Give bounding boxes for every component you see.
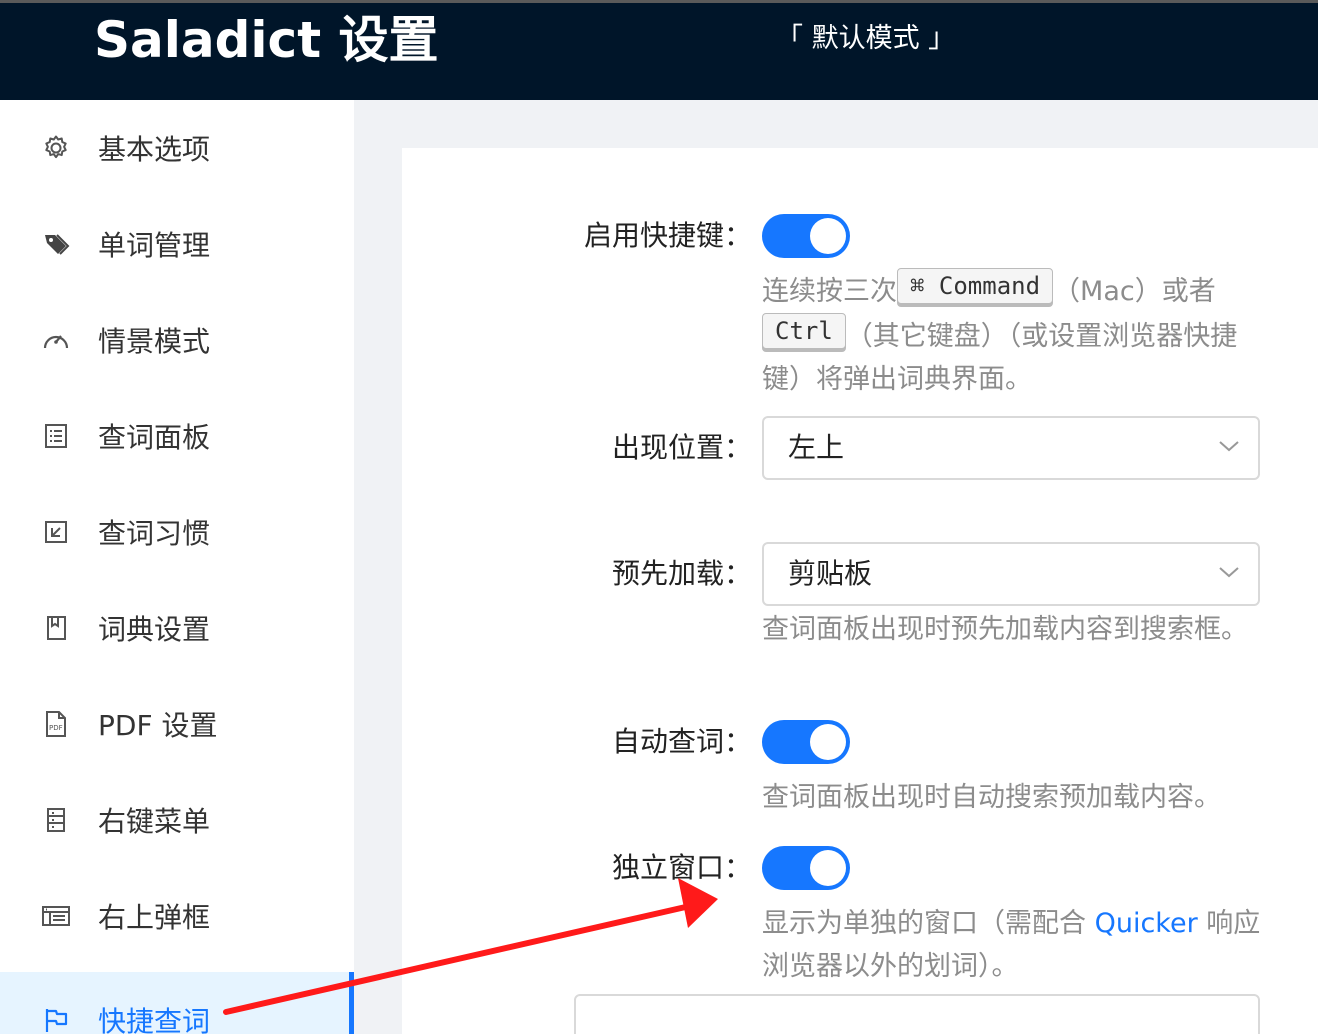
sidebar-item-dict-panel[interactable]: 查词面板 — [0, 388, 354, 484]
sidebar-item-words[interactable]: 单词管理 — [0, 196, 354, 292]
sidebar-item-label: 单词管理 — [98, 229, 211, 262]
flag-icon — [40, 1004, 72, 1034]
settings-panel: 启用快捷键： 连续按三次 ⌘ Command （Mac）或者 Ctrl （其它键盘）（或… — [402, 148, 1318, 1034]
sidebar: 基本选项 单词管理 情景模式 查词面板 查词习惯 词典设置 PDF PDF 设置… — [0, 100, 354, 1034]
sidebar-item-label: 右上弹框 — [98, 901, 211, 934]
app-title: Saladict 设置 — [94, 11, 439, 69]
sidebar-item-basic[interactable]: 基本选项 — [0, 100, 354, 196]
preload-select[interactable]: 剪贴板 — [762, 542, 1260, 606]
auto-search-switch[interactable] — [762, 720, 850, 764]
hotkey-help-mac: （Mac）或者 — [1053, 276, 1216, 307]
chevron-down-icon — [1218, 438, 1240, 457]
list-icon — [40, 420, 72, 452]
gear-icon — [40, 132, 72, 164]
sidebar-item-popup[interactable]: 右上弹框 — [0, 868, 354, 964]
sidebar-item-label: 情景模式 — [98, 325, 211, 358]
pdf-file-icon: PDF — [40, 708, 72, 740]
preload-label: 预先加载： — [611, 557, 752, 590]
switch-knob — [810, 218, 846, 254]
svg-text:PDF: PDF — [49, 724, 63, 732]
dashboard-icon — [40, 324, 72, 356]
standalone-label: 独立窗口： — [611, 851, 752, 884]
popup-window-icon — [40, 900, 72, 932]
app-header: Saladict 设置 「 默认模式 」 — [0, 0, 1318, 100]
switch-knob — [810, 724, 846, 760]
hotkey-help: 连续按三次 ⌘ Command （Mac）或者 Ctrl （其它键盘）（或设置浏览器快捷… — [762, 268, 1262, 401]
standalone-help: 显示为单独的窗口（需配合 Quicker 响应浏览器以外的划词）。 — [762, 902, 1262, 988]
command-key: ⌘ Command — [897, 268, 1054, 304]
sidebar-item-profiles[interactable]: 情景模式 — [0, 292, 354, 388]
auto-search-label: 自动查词： — [611, 725, 752, 758]
position-select-value: 左上 — [788, 431, 845, 464]
position-label: 出现位置： — [611, 431, 752, 464]
sidebar-item-search-habit[interactable]: 查词习惯 — [0, 484, 354, 580]
profile-mode-label[interactable]: 「 默认模式 」 — [776, 21, 955, 57]
hotkey-switch[interactable] — [762, 214, 850, 258]
select-icon — [40, 516, 72, 548]
sidebar-item-dict-settings[interactable]: 词典设置 — [0, 580, 354, 676]
sidebar-item-label: 基本选项 — [98, 133, 211, 166]
switch-knob — [810, 850, 846, 886]
book-icon — [40, 612, 72, 644]
sidebar-item-label: PDF 设置 — [98, 709, 218, 742]
chevron-down-icon — [1218, 564, 1240, 583]
hotkey-label: 启用快捷键： — [583, 219, 752, 252]
menu-panel-icon — [40, 804, 72, 836]
sidebar-item-label: 查词习惯 — [98, 517, 211, 550]
tag-icon — [40, 228, 72, 260]
auto-search-help: 查词面板出现时自动搜索预加载内容。 — [762, 782, 1221, 813]
sidebar-item-label: 词典设置 — [98, 613, 211, 646]
sidebar-item-quick-search[interactable]: 快捷查词 — [0, 972, 354, 1034]
ctrl-key: Ctrl — [762, 313, 846, 349]
preload-help: 查词面板出现时预先加载内容到搜索框。 — [762, 614, 1248, 645]
hotkey-help-prefix: 连续按三次 — [762, 276, 897, 307]
sidebar-item-label: 右键菜单 — [98, 805, 211, 838]
preload-select-value: 剪贴板 — [788, 557, 873, 590]
standalone-switch[interactable] — [762, 846, 850, 890]
sidebar-item-context-menu[interactable]: 右键菜单 — [0, 772, 354, 868]
standalone-help-prefix: 显示为单独的窗口（需配合 — [762, 908, 1095, 939]
sidebar-item-pdf[interactable]: PDF PDF 设置 — [0, 676, 354, 772]
sidebar-item-label: 查词面板 — [98, 421, 211, 454]
quicker-link[interactable]: Quicker — [1095, 908, 1198, 939]
position-select[interactable]: 左上 — [762, 416, 1260, 480]
sidebar-item-label: 快捷查词 — [98, 1005, 211, 1034]
next-field-box[interactable] — [574, 994, 1260, 1034]
